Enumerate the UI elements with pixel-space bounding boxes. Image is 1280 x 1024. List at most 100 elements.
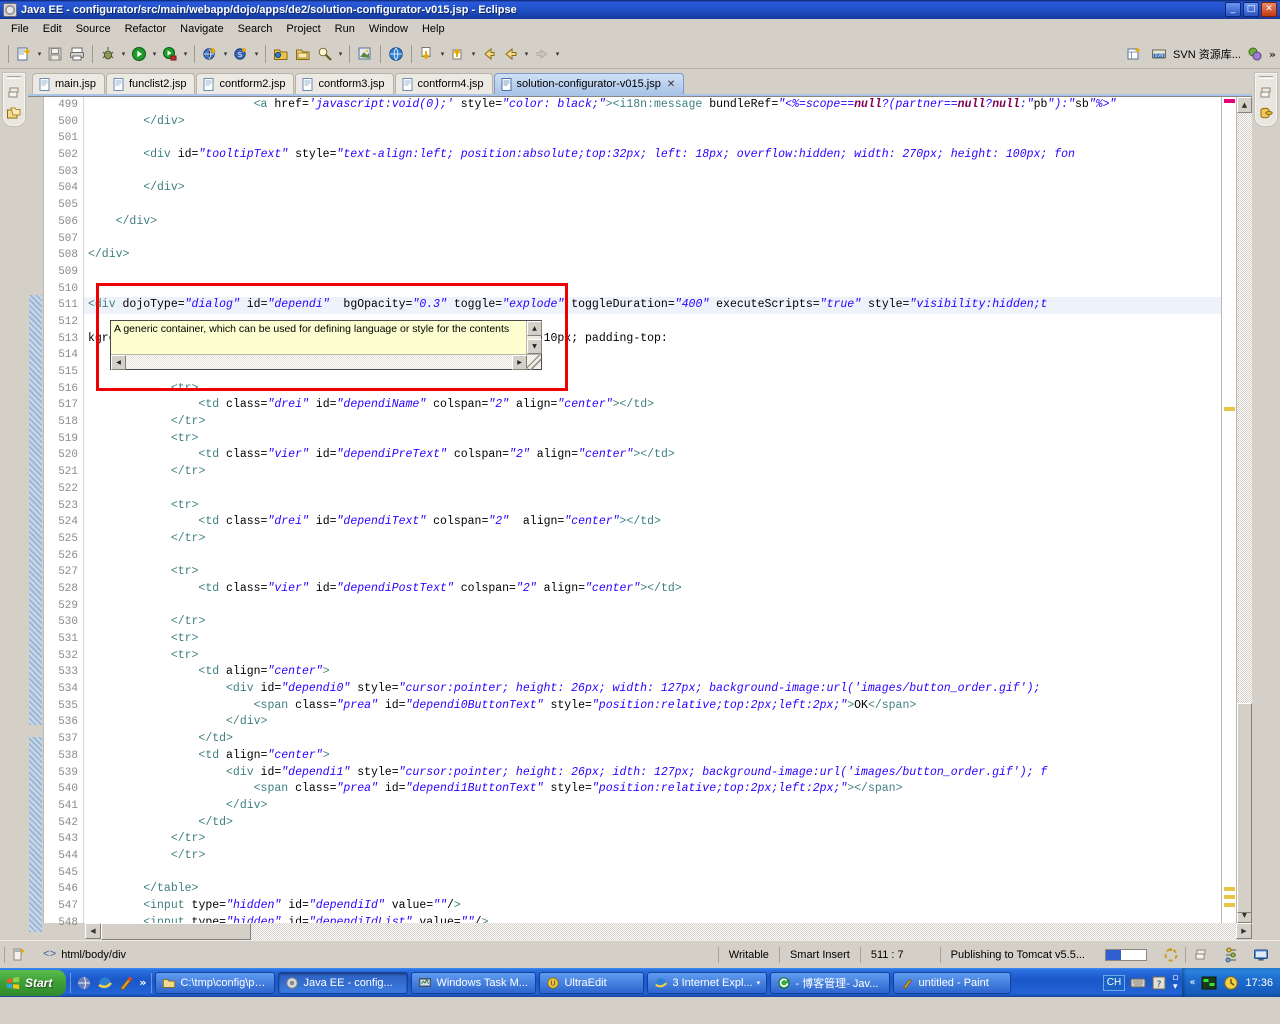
ime-expand-icon[interactable]: ▫▾ xyxy=(1172,974,1178,992)
scroll-right-button[interactable]: ▶ xyxy=(1236,923,1252,939)
marker-ruler[interactable] xyxy=(28,97,44,923)
quicklaunch-overflow-chevron[interactable]: » xyxy=(139,976,146,989)
taskbar-button-internet-explorer-group[interactable]: 3 Internet Expl... ▾ xyxy=(647,972,767,994)
back-history-dropdown-arrow[interactable]: ▾ xyxy=(522,44,531,64)
console-icon[interactable] xyxy=(1246,945,1276,965)
java-ee-perspective-icon[interactable] xyxy=(1244,43,1266,65)
horizontal-scroll-thumb[interactable] xyxy=(101,923,251,940)
code-line[interactable]: </tr> xyxy=(84,848,1221,865)
code-line[interactable]: <td class="drei" id="dependiText" colspa… xyxy=(84,514,1221,531)
layout-icon[interactable] xyxy=(1186,945,1216,965)
project-explorer-icon[interactable] xyxy=(6,85,22,101)
code-line[interactable]: <div dojoType="dialog" id="dependi" bgOp… xyxy=(84,297,1221,314)
code-line[interactable]: <tr> xyxy=(84,498,1221,515)
editor-tab-funclist2-jsp[interactable]: funclist2.jsp xyxy=(106,73,195,94)
code-line[interactable]: <tr> xyxy=(84,564,1221,581)
menu-item-run[interactable]: Run xyxy=(328,21,362,37)
open-resource-icon[interactable] xyxy=(292,43,314,65)
tooltip-scroll-right-button[interactable]: ▶ xyxy=(512,355,527,370)
taskbar-button-explorer[interactable]: C:\tmp\config\pd... xyxy=(155,972,275,994)
editor-tab-main-jsp[interactable]: main.jsp xyxy=(32,73,105,94)
next-annotation-icon[interactable] xyxy=(416,43,438,65)
annotation-icon[interactable] xyxy=(354,43,376,65)
filter-icon[interactable] xyxy=(1216,945,1246,965)
chevron-down-icon[interactable]: ▾ xyxy=(757,979,761,987)
code-line[interactable]: <td align="center"> xyxy=(84,748,1221,765)
tooltip-vertical-scrollbar[interactable]: ▲ ▼ xyxy=(526,321,541,354)
taskbar-button-eclipse[interactable]: Java EE - config... xyxy=(278,972,408,994)
editor-tab-contform4-jsp[interactable]: contform4.jsp xyxy=(395,73,493,94)
menu-item-project[interactable]: Project xyxy=(279,21,327,37)
new-java-package-dropdown-arrow[interactable]: ▾ xyxy=(221,44,230,64)
new-wizard-dropdown-arrow[interactable]: ▾ xyxy=(35,44,44,64)
back-icon[interactable] xyxy=(478,43,500,65)
code-line[interactable] xyxy=(84,231,1221,248)
tray-expand-chevron[interactable]: « xyxy=(1189,977,1195,988)
editor-horizontal-scrollbar[interactable]: ◀ ▶ xyxy=(28,923,1252,940)
web-browser-icon[interactable] xyxy=(385,43,407,65)
new-class-dropdown-arrow[interactable]: ▾ xyxy=(252,44,261,64)
progress-cancel-icon[interactable] xyxy=(1157,945,1185,965)
code-line[interactable]: <div id="dependi1" style="cursor:pointer… xyxy=(84,765,1221,782)
code-line[interactable]: </div> xyxy=(84,114,1221,131)
forward-icon[interactable] xyxy=(531,43,553,65)
code-line[interactable]: <input type="hidden" id="dependiIdList" … xyxy=(84,915,1221,923)
menu-item-navigate[interactable]: Navigate xyxy=(173,21,230,37)
network-activity-icon[interactable] xyxy=(1201,975,1217,991)
open-perspective-icon[interactable] xyxy=(1123,43,1145,65)
package-explorer-icon[interactable] xyxy=(6,105,22,121)
code-line[interactable]: </tr> xyxy=(84,614,1221,631)
code-line[interactable]: <div id="dependi0" style="cursor:pointer… xyxy=(84,681,1221,698)
code-line[interactable]: <span class="prea" id="dependi1ButtonTex… xyxy=(84,781,1221,798)
code-line[interactable]: </div> xyxy=(84,247,1221,264)
forward-dropdown-arrow[interactable]: ▾ xyxy=(553,44,562,64)
run-dropdown-arrow[interactable]: ▾ xyxy=(150,44,159,64)
run-external-tools-dropdown-arrow[interactable]: ▾ xyxy=(181,44,190,64)
code-line[interactable]: </div> xyxy=(84,798,1221,815)
new-wizard-icon[interactable] xyxy=(13,43,35,65)
horizontal-scroll-track[interactable] xyxy=(101,923,1236,940)
code-line[interactable]: </table> xyxy=(84,881,1221,898)
code-line[interactable]: <input type="hidden" id="dependiId" valu… xyxy=(84,898,1221,915)
code-line[interactable]: </tr> xyxy=(84,831,1221,848)
code-line[interactable]: <td class="vier" id="dependiPreText" col… xyxy=(84,447,1221,464)
menu-item-edit[interactable]: Edit xyxy=(36,21,69,37)
tooltip-scroll-left-button[interactable]: ◀ xyxy=(111,355,126,370)
taskbar-button-ultraedit[interactable]: U UltraEdit xyxy=(539,972,644,994)
breadcrumb[interactable]: <> html/body/div xyxy=(33,945,136,965)
scroll-left-button[interactable]: ◀ xyxy=(85,923,101,939)
menu-item-window[interactable]: Window xyxy=(362,21,415,37)
menu-item-source[interactable]: Source xyxy=(69,21,118,37)
code-line[interactable]: <tr> xyxy=(84,381,1221,398)
run-external-tools-icon[interactable] xyxy=(159,43,181,65)
code-line[interactable]: </tr> xyxy=(84,414,1221,431)
code-line[interactable]: <span class="prea" id="dependi0ButtonTex… xyxy=(84,698,1221,715)
search-icon[interactable] xyxy=(314,43,336,65)
next-annotation-dropdown-arrow[interactable]: ▾ xyxy=(438,44,447,64)
servers-view-icon[interactable] xyxy=(1258,105,1274,121)
previous-annotation-icon[interactable] xyxy=(447,43,469,65)
taskbar-button-blog-admin[interactable]: - 博客管理- Jav... xyxy=(770,972,890,994)
code-line[interactable]: <tr> xyxy=(84,431,1221,448)
minimize-button[interactable]: _ xyxy=(1225,2,1241,17)
internet-explorer-icon[interactable] xyxy=(97,975,113,991)
scroll-up-button[interactable]: ▲ xyxy=(1237,97,1252,113)
show-desktop-icon[interactable] xyxy=(76,975,92,991)
toolbar-overflow-chevron[interactable]: » xyxy=(1269,48,1276,61)
code-line[interactable] xyxy=(84,264,1221,281)
tooltip-horizontal-scrollbar[interactable]: ◀ ▶ xyxy=(111,354,541,369)
menu-item-refactor[interactable]: Refactor xyxy=(118,21,174,37)
code-line[interactable]: </td> xyxy=(84,731,1221,748)
outline-view-icon[interactable] xyxy=(1258,85,1274,101)
code-line[interactable]: </td> xyxy=(84,815,1221,832)
new-java-package-icon[interactable] xyxy=(199,43,221,65)
code-line[interactable]: </tr> xyxy=(84,464,1221,481)
debug-icon[interactable] xyxy=(97,43,119,65)
overview-ruler[interactable] xyxy=(1221,97,1236,923)
taskbar-button-task-manager[interactable]: Windows Task M... xyxy=(411,972,536,994)
tooltip-scroll-down-button[interactable]: ▼ xyxy=(527,339,542,354)
menu-item-file[interactable]: File xyxy=(4,21,36,37)
close-icon[interactable]: ✕ xyxy=(667,79,675,90)
code-line[interactable]: <td class="vier" id="dependiPostText" co… xyxy=(84,581,1221,598)
code-line[interactable]: </div> xyxy=(84,180,1221,197)
